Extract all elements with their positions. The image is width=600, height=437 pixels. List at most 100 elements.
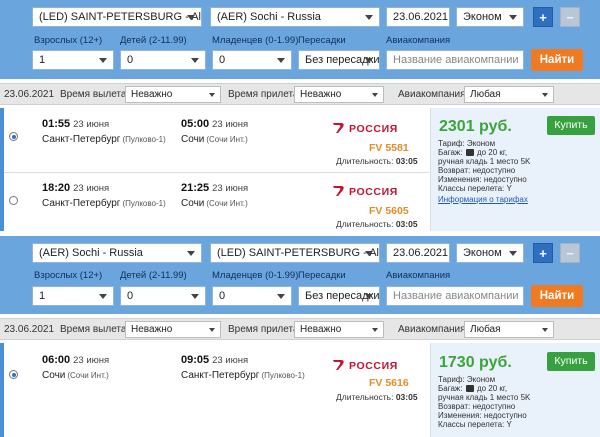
rossiya-logo-icon [333, 186, 344, 196]
arrival-date: 23 июня [212, 355, 249, 366]
arrival-time-select[interactable]: Неважно [294, 86, 384, 103]
changes-text: Изменения: недоступно [438, 175, 527, 184]
find-button[interactable]: Найти [531, 285, 583, 307]
fare-text: Тариф: Эконом [438, 375, 496, 384]
departure-time-select[interactable]: Неважно [125, 321, 221, 338]
departure-date: 23 июня [73, 183, 110, 194]
airline-input[interactable]: Название авиакомпании [386, 50, 524, 70]
arrival-time: 09:05 23 июня [181, 354, 249, 366]
refund-text: Возврат: недоступно [438, 166, 516, 175]
airline-filter-label: Авиакомпания [398, 89, 466, 100]
results-return: 06:00 23 июня Сочи (Сочи Инт.) 09:05 23 июн… [0, 343, 600, 437]
children-select[interactable]: 0 [120, 286, 206, 306]
departure-time: 06:00 23 июня [42, 354, 110, 366]
rossiya-logo-icon [333, 360, 344, 370]
transfers-label: Пересадки [298, 270, 346, 281]
adults-label: Взрослых (12+) [34, 270, 103, 281]
departure-city: Сочи (Сочи Инт.) [42, 370, 109, 381]
arrival-time-label: Время прилета [228, 324, 299, 335]
airline-label: Авиакомпания [386, 35, 451, 46]
arrival-airport: (Пулково-1) [261, 371, 305, 380]
flight-number: FV 5616 [369, 377, 409, 389]
price: 2301 руб. [439, 118, 512, 135]
departure-date: 23 июня [73, 355, 110, 366]
airline-filter-select[interactable]: Любая [464, 321, 554, 338]
remove-route-button[interactable]: − [560, 7, 580, 27]
tariff-panel: 1730 руб. Купить Тариф: Эконом Багаж: до… [430, 343, 600, 437]
airline-logo: РОССИЯ [332, 122, 398, 135]
airline-filter-label: Авиакомпания [398, 324, 466, 335]
arrival-date: 23 июня [212, 119, 249, 130]
arrival-city: Санкт-Петербург (Пулково-1) [181, 370, 305, 381]
departure-time-select[interactable]: Неважно [125, 86, 221, 103]
departure-city: Санкт-Петербург (Пулково-1) [42, 134, 166, 145]
refund-text: Возврат: недоступно [438, 402, 516, 411]
arrival-city: Сочи (Сочи Инт.) [181, 198, 248, 209]
selected-strip [0, 343, 4, 437]
fare-text: Тариф: Эконом [438, 139, 496, 148]
airline-filter-select[interactable]: Любая [464, 86, 554, 103]
arrival-time-select[interactable]: Неважно [294, 321, 384, 338]
adults-select[interactable]: 1 [32, 50, 114, 70]
find-button[interactable]: Найти [531, 49, 583, 71]
search-panel-outbound: (LED) SAINT-PETERSBURG - All airp (AER) … [0, 0, 600, 79]
flight-radio[interactable] [9, 196, 18, 205]
airline-logo: РОССИЯ [332, 359, 398, 372]
departure-time-label: Время вылета [60, 324, 127, 335]
adults-select[interactable]: 1 [32, 286, 114, 306]
infants-select[interactable]: 0 [212, 50, 292, 70]
flight-separator [4, 172, 429, 173]
flight-duration: Длительность: 03:05 [336, 219, 418, 229]
transfers-select[interactable]: Без пересадки [298, 50, 380, 70]
remove-route-button[interactable]: − [560, 243, 580, 263]
children-select[interactable]: 0 [120, 50, 206, 70]
airline-label: Авиакомпания [386, 270, 451, 281]
airline-logo: РОССИЯ [332, 185, 398, 198]
infants-label: Младенцев (0-1.99) [212, 270, 299, 281]
class-select[interactable]: Эконом [456, 243, 524, 263]
baggage-icon [465, 385, 474, 392]
rossiya-logo-icon [333, 123, 344, 133]
flight-duration: Длительность: 03:05 [336, 156, 418, 166]
arrival-time: 21:25 23 июня [181, 182, 249, 194]
arrival-time: 05:00 23 июня [181, 118, 249, 130]
airline-input[interactable]: Название авиакомпании [386, 286, 524, 306]
transfers-label: Пересадки [298, 35, 346, 46]
from-select[interactable]: (AER) Sochi - Russia [32, 243, 202, 263]
arrival-date: 23 июня [212, 183, 249, 194]
price: 1730 руб. [439, 354, 512, 371]
tariff-panel: 2301 руб. Купить Тариф: Эконом Багаж: до… [430, 108, 600, 231]
add-route-button[interactable]: + [533, 243, 553, 263]
baggage-text: Багаж: до 20 кг, [438, 384, 508, 393]
transfers-select[interactable]: Без пересадки [298, 286, 380, 306]
carry-on-text: ручная кладь 1 место 5K [438, 157, 531, 166]
results-outbound: 01:55 23 июня Санкт-Петербург (Пулково-1) … [0, 108, 600, 231]
departure-airport: (Сочи Инт.) [67, 371, 109, 380]
buy-button[interactable]: Купить [547, 352, 595, 371]
flight-radio[interactable] [9, 132, 18, 141]
baggage-text: Багаж: до 20 кг, [438, 148, 508, 157]
adults-label: Взрослых (12+) [34, 35, 103, 46]
tariff-info-link[interactable]: Информация о тарифах [438, 195, 528, 204]
date-input[interactable]: 23.06.2021 [386, 7, 450, 27]
add-route-button[interactable]: + [533, 7, 553, 27]
to-select[interactable]: (AER) Sochi - Russia [210, 7, 380, 27]
infants-label: Младенцев (0-1.99) [212, 35, 299, 46]
date-input[interactable]: 23.06.2021 [386, 243, 450, 263]
class-select[interactable]: Эконом [456, 7, 524, 27]
departure-airport: (Пулково-1) [122, 135, 166, 144]
buy-button[interactable]: Купить [547, 116, 595, 135]
departure-time: 18:20 23 июня [42, 182, 110, 194]
to-select[interactable]: (LED) SAINT-PETERSBURG - All airp [210, 243, 380, 263]
infants-select[interactable]: 0 [212, 286, 292, 306]
changes-text: Изменения: недоступно [438, 411, 527, 420]
departure-date: 23 июня [73, 119, 110, 130]
flight-radio[interactable] [9, 370, 18, 379]
from-select[interactable]: (LED) SAINT-PETERSBURG - All airp [32, 7, 202, 27]
arrival-airport: (Сочи Инт.) [206, 199, 248, 208]
arrival-airport: (Сочи Инт.) [206, 135, 248, 144]
tariff-info: Тариф: Эконом Багаж: до 20 кг, ручная кл… [438, 375, 530, 429]
classes-text: Классы перелета: Y [438, 420, 512, 429]
carry-on-text: ручная кладь 1 место 5K [438, 393, 531, 402]
children-label: Детей (2-11.99) [120, 35, 187, 46]
